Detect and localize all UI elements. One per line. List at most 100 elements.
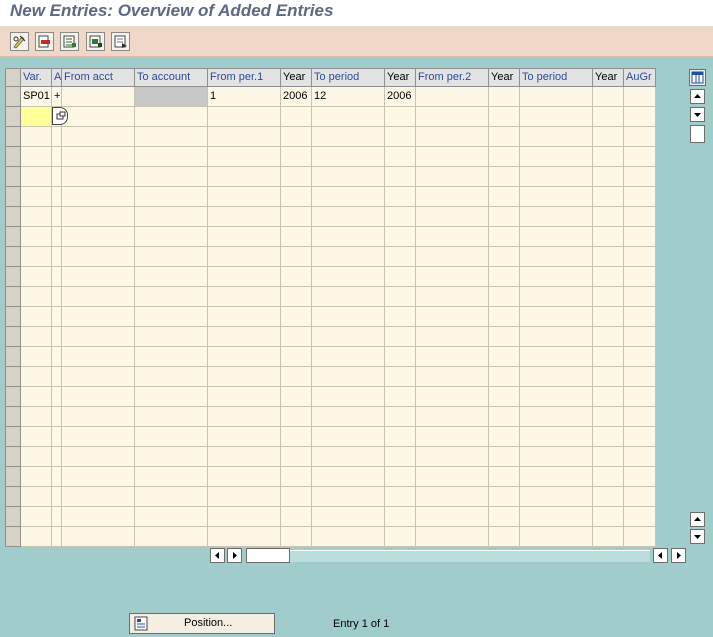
table-cell[interactable] — [208, 287, 281, 307]
table-cell[interactable] — [208, 347, 281, 367]
table-cell[interactable] — [312, 267, 385, 287]
table-cell[interactable] — [624, 347, 656, 367]
table-cell[interactable] — [520, 267, 593, 287]
table-cell[interactable] — [416, 387, 489, 407]
table-cell[interactable] — [62, 487, 135, 507]
table-cell[interactable] — [62, 287, 135, 307]
table-cell[interactable] — [135, 367, 208, 387]
table-cell[interactable] — [593, 447, 624, 467]
table-cell[interactable] — [416, 407, 489, 427]
table-cell[interactable] — [624, 127, 656, 147]
table-cell[interactable] — [52, 527, 62, 547]
table-cell[interactable] — [593, 507, 624, 527]
table-cell[interactable] — [62, 367, 135, 387]
scroll-right-button[interactable] — [671, 548, 686, 563]
table-cell[interactable] — [520, 407, 593, 427]
table-cell[interactable] — [135, 207, 208, 227]
table-cell[interactable] — [208, 427, 281, 447]
table-cell[interactable] — [416, 487, 489, 507]
table-cell[interactable] — [593, 287, 624, 307]
table-cell[interactable] — [624, 427, 656, 447]
table-cell[interactable] — [208, 507, 281, 527]
table-cell[interactable] — [520, 287, 593, 307]
table-cell[interactable] — [281, 387, 312, 407]
table-cell[interactable] — [593, 347, 624, 367]
table-cell[interactable] — [416, 267, 489, 287]
table-cell[interactable] — [281, 147, 312, 167]
table-cell[interactable] — [624, 387, 656, 407]
column-header[interactable]: To period — [520, 68, 593, 87]
table-cell[interactable] — [312, 287, 385, 307]
table-cell[interactable] — [208, 407, 281, 427]
table-cell[interactable] — [385, 407, 416, 427]
table-cell[interactable] — [21, 287, 52, 307]
table-cell[interactable] — [21, 327, 52, 347]
select-block-button[interactable] — [86, 32, 105, 51]
table-cell[interactable] — [520, 207, 593, 227]
table-cell[interactable] — [135, 87, 208, 107]
table-cell[interactable] — [385, 247, 416, 267]
table-cell[interactable] — [416, 327, 489, 347]
table-cell[interactable] — [489, 467, 520, 487]
column-header[interactable]: AuGr — [624, 68, 656, 87]
table-cell[interactable] — [489, 187, 520, 207]
table-cell[interactable] — [520, 527, 593, 547]
row-selector[interactable] — [5, 187, 21, 207]
table-cell[interactable]: 12 — [312, 87, 385, 107]
column-header[interactable]: From per.2 — [416, 68, 489, 87]
table-cell[interactable] — [416, 507, 489, 527]
table-cell[interactable] — [62, 407, 135, 427]
table-cell[interactable] — [208, 127, 281, 147]
column-header[interactable]: Year — [281, 68, 312, 87]
table-cell[interactable] — [312, 447, 385, 467]
table-cell[interactable] — [135, 167, 208, 187]
table-cell[interactable] — [281, 507, 312, 527]
table-cell[interactable] — [489, 407, 520, 427]
row-selector[interactable] — [5, 427, 21, 447]
table-cell[interactable] — [624, 367, 656, 387]
table-cell[interactable] — [208, 307, 281, 327]
table-cell[interactable] — [416, 167, 489, 187]
row-selector[interactable] — [5, 307, 21, 327]
table-cell[interactable] — [21, 407, 52, 427]
table-cell[interactable] — [208, 107, 281, 127]
table-cell[interactable] — [520, 347, 593, 367]
table-cell[interactable] — [385, 107, 416, 127]
table-cell[interactable] — [62, 147, 135, 167]
row-selector[interactable] — [5, 327, 21, 347]
table-cell[interactable] — [135, 327, 208, 347]
table-cell[interactable] — [416, 447, 489, 467]
table-cell[interactable] — [624, 407, 656, 427]
deselect-all-button[interactable] — [111, 32, 130, 51]
table-cell[interactable] — [624, 487, 656, 507]
table-cell[interactable] — [208, 447, 281, 467]
table-cell[interactable] — [21, 207, 52, 227]
table-cell[interactable] — [62, 107, 135, 127]
table-cell[interactable] — [62, 387, 135, 407]
table-cell[interactable] — [593, 87, 624, 107]
table-cell[interactable] — [281, 267, 312, 287]
table-cell[interactable] — [624, 507, 656, 527]
table-cell[interactable] — [312, 187, 385, 207]
vertical-scroll-thumb[interactable] — [690, 125, 705, 143]
table-cell[interactable] — [385, 427, 416, 447]
table-cell[interactable] — [312, 527, 385, 547]
table-cell[interactable] — [281, 367, 312, 387]
table-cell[interactable] — [312, 247, 385, 267]
table-cell[interactable] — [416, 87, 489, 107]
table-cell[interactable] — [208, 387, 281, 407]
table-cell[interactable] — [62, 467, 135, 487]
table-cell[interactable] — [52, 247, 62, 267]
table-cell[interactable] — [62, 127, 135, 147]
table-cell[interactable] — [416, 187, 489, 207]
table-cell[interactable] — [21, 387, 52, 407]
table-cell[interactable] — [624, 267, 656, 287]
row-selector[interactable] — [5, 147, 21, 167]
scroll-right-page-button[interactable] — [227, 548, 242, 563]
table-cell[interactable] — [62, 347, 135, 367]
table-cell[interactable] — [21, 527, 52, 547]
table-cell[interactable] — [135, 287, 208, 307]
table-cell[interactable] — [593, 227, 624, 247]
table-cell[interactable] — [62, 527, 135, 547]
table-cell[interactable] — [135, 407, 208, 427]
